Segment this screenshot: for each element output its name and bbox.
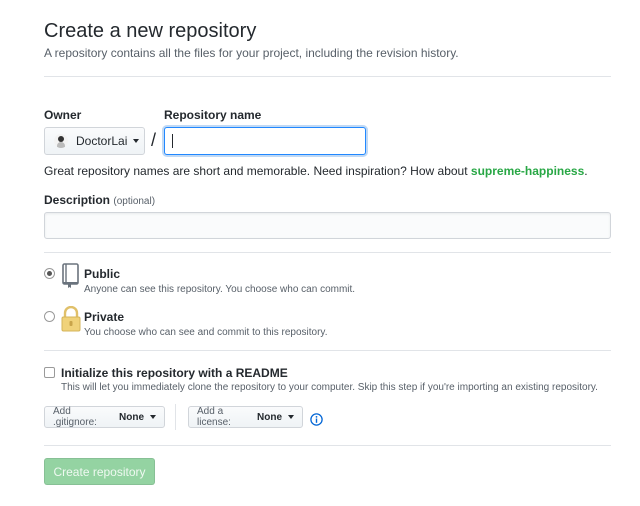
public-radio[interactable] — [44, 268, 55, 279]
description-label: Description (optional) — [44, 193, 155, 207]
owner-repo-separator: / — [151, 130, 157, 150]
chevron-down-icon — [150, 415, 156, 419]
name-suggestion-link[interactable]: supreme-happiness — [471, 164, 584, 178]
name-hint: Great repository names are short and mem… — [44, 164, 588, 178]
divider — [44, 252, 611, 253]
owner-select-button[interactable]: DoctorLai — [44, 127, 145, 155]
public-note: Anyone can see this repository. You choo… — [84, 284, 356, 295]
optional-note: (optional) — [113, 196, 156, 207]
gitignore-value: None — [119, 411, 144, 423]
private-title: Private — [84, 310, 125, 324]
license-prefix: Add a license: — [197, 406, 231, 428]
repo-name-label: Repository name — [164, 108, 262, 122]
name-hint-text: Great repository names are short and mem… — [44, 164, 471, 178]
repository-name-input[interactable] — [164, 127, 366, 155]
name-hint-suffix: . — [584, 164, 588, 178]
gitignore-prefix: Add .gitignore: — [53, 406, 97, 428]
avatar — [54, 134, 68, 148]
gitignore-select-button[interactable]: Add .gitignore: None — [44, 406, 165, 428]
description-label-text: Description — [44, 193, 111, 207]
page-subtitle: A repository contains all the files for … — [44, 46, 459, 60]
chevron-down-icon — [133, 139, 140, 143]
lock-icon — [61, 306, 81, 332]
public-title: Public — [84, 267, 121, 281]
info-icon[interactable] — [310, 413, 323, 426]
chevron-down-icon — [288, 415, 294, 419]
create-repository-button[interactable]: Create repository — [44, 458, 155, 485]
license-value: None — [257, 411, 282, 423]
description-input[interactable] — [44, 212, 611, 239]
owner-label: Owner — [44, 108, 82, 122]
divider — [44, 350, 611, 351]
repo-book-icon — [62, 263, 79, 288]
readme-title: Initialize this repository with a README — [61, 366, 288, 380]
private-radio[interactable] — [44, 311, 55, 322]
divider — [175, 404, 176, 430]
readme-checkbox[interactable] — [44, 367, 55, 378]
private-note: You choose who can see and commit to thi… — [84, 327, 328, 338]
text-cursor — [172, 134, 173, 148]
divider — [44, 445, 611, 446]
readme-note: This will let you immediately clone the … — [61, 382, 598, 393]
page-title: Create a new repository — [44, 20, 257, 42]
license-select-button[interactable]: Add a license: None — [188, 406, 303, 428]
owner-name: DoctorLai — [76, 134, 128, 148]
divider — [44, 76, 611, 77]
